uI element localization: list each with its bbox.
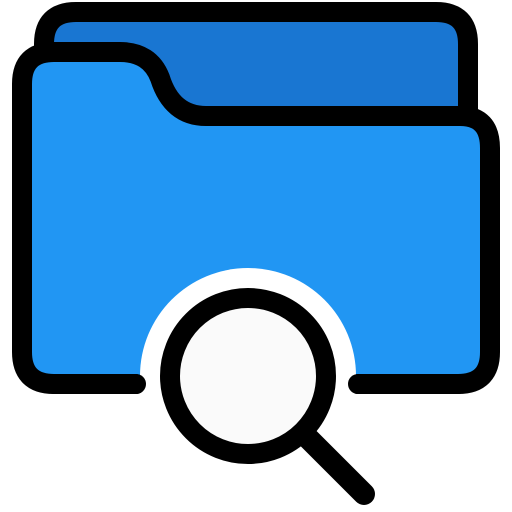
folder-search-graphic	[12, 2, 500, 505]
magnifier-handle	[295, 425, 375, 505]
folder-search-icon	[0, 0, 512, 512]
magnifier-lens	[160, 288, 336, 464]
